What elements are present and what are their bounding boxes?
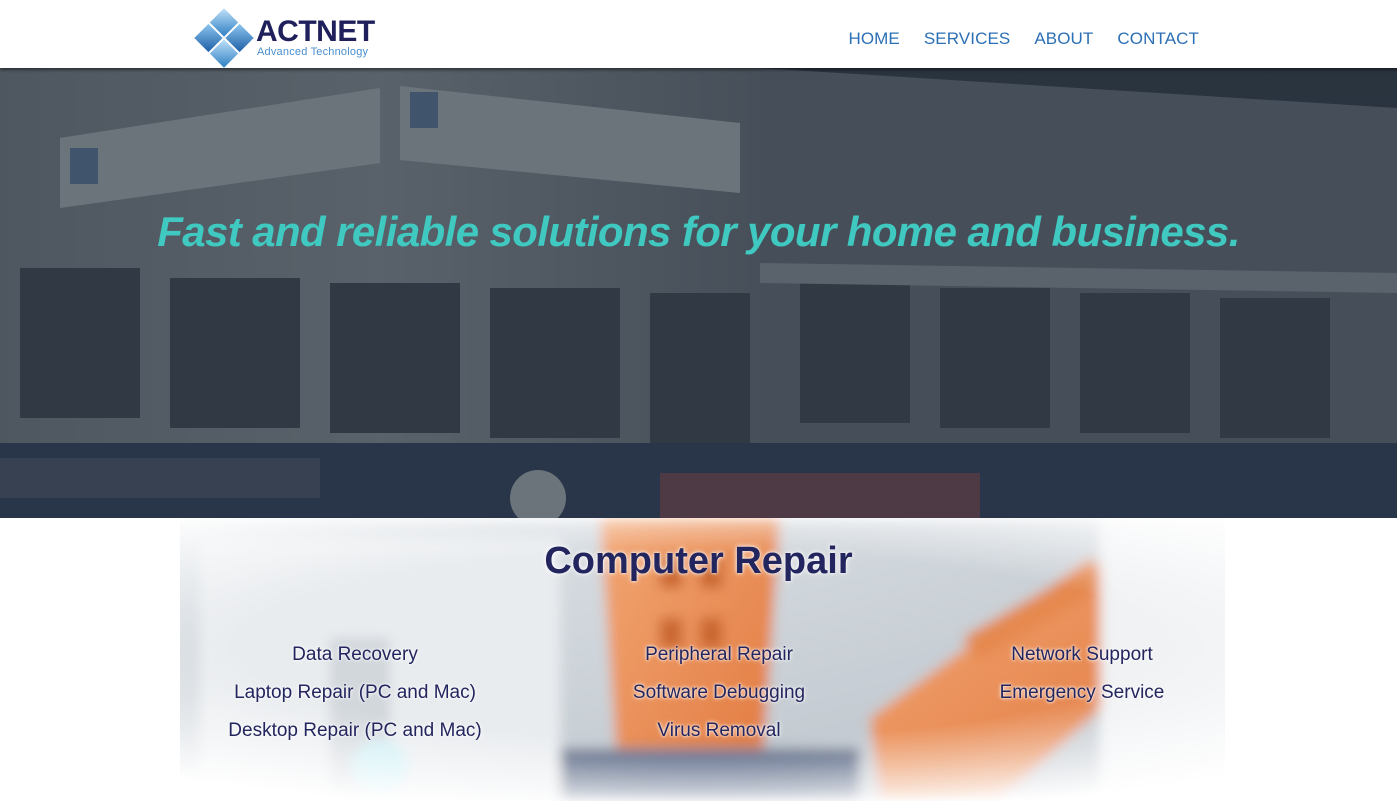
service-network-support: Network Support [1011,644,1153,665]
diamond-grid-logo-icon [193,7,255,69]
site-header: ACTNET Advanced Technology HOME SERVICES… [0,0,1397,68]
logo-text: ACTNET Advanced Technology [256,15,375,59]
logo-name: ACTNET [256,15,375,48]
nav-services[interactable]: SERVICES [924,28,1010,50]
nav-about[interactable]: ABOUT [1034,28,1093,50]
service-emergency-service: Emergency Service [999,682,1165,703]
service-software-debugging: Software Debugging [632,682,806,703]
service-virus-removal: Virus Removal [657,720,781,741]
main-nav: HOME SERVICES ABOUT CONTACT [824,28,1199,50]
hero-title: Fast and reliable solutions for your hom… [157,208,1240,255]
services-column-2: Peripheral Repair Software Debugging Vir… [539,636,899,750]
service-laptop-repair: Laptop Repair (PC and Mac) [234,682,476,703]
nav-contact[interactable]: CONTACT [1117,28,1199,50]
services-column-1: Data Recovery Laptop Repair (PC and Mac)… [175,636,535,750]
hero-section: Fast and reliable solutions for your hom… [0,68,1397,518]
service-desktop-repair: Desktop Repair (PC and Mac) [228,720,482,741]
nav-home[interactable]: HOME [848,28,899,50]
services-title: Computer Repair [544,540,853,582]
logo-tagline: Advanced Technology [257,46,369,58]
service-data-recovery: Data Recovery [292,644,418,665]
hero-overlay [0,68,1397,518]
service-peripheral-repair: Peripheral Repair [645,644,793,665]
services-column-3: Network Support Emergency Service [902,636,1262,712]
site-logo[interactable]: ACTNET Advanced Technology [193,7,375,69]
services-section: Computer Repair Data Recovery Laptop Rep… [0,518,1397,801]
